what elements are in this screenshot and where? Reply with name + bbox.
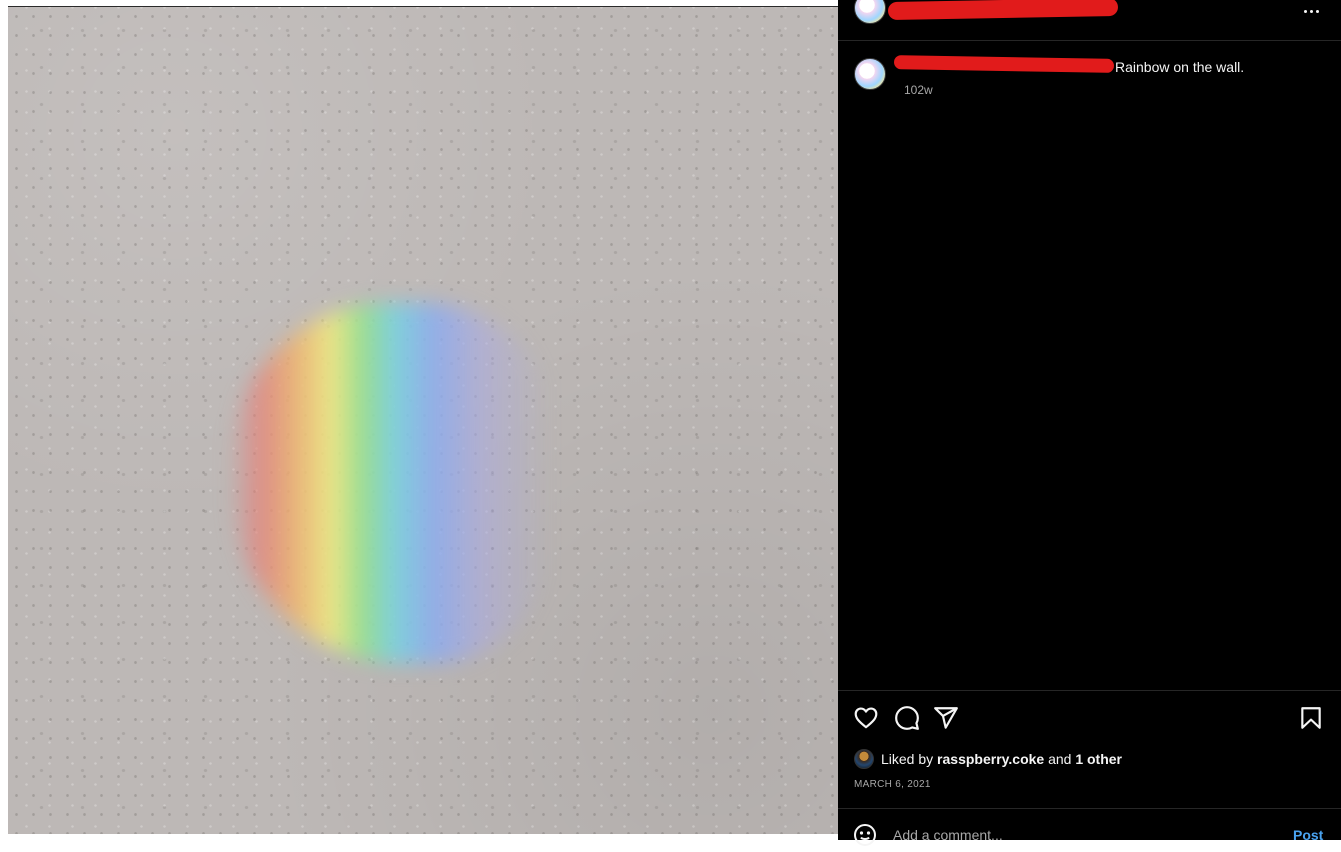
comment-icon[interactable] bbox=[894, 705, 920, 731]
share-icon[interactable] bbox=[933, 705, 959, 731]
comment-bar: Post bbox=[838, 808, 1341, 846]
post-comment-button[interactable]: Post bbox=[1293, 827, 1323, 843]
emoji-icon[interactable] bbox=[853, 823, 877, 847]
author-avatar[interactable] bbox=[854, 0, 886, 24]
action-bar bbox=[838, 690, 1341, 743]
rainbow-light bbox=[230, 303, 560, 663]
post-header bbox=[838, 0, 1341, 41]
post-date[interactable]: MARCH 6, 2021 bbox=[854, 779, 931, 790]
post-photo[interactable] bbox=[8, 7, 838, 834]
caption-text: Rainbow on the wall. bbox=[1115, 59, 1245, 75]
post-side-panel: Rainbow on the wall. 102w Liked by rassp… bbox=[838, 0, 1341, 846]
caption-author-avatar[interactable] bbox=[854, 58, 886, 90]
comment-input[interactable] bbox=[893, 825, 1253, 845]
redacted-username bbox=[887, 0, 1119, 21]
liker-avatar[interactable] bbox=[854, 749, 874, 769]
liker-username[interactable]: rasspberry.coke bbox=[937, 751, 1044, 767]
likes-and: and bbox=[1048, 751, 1072, 767]
caption-age[interactable]: 102w bbox=[904, 83, 933, 97]
caption-comment: Rainbow on the wall. 102w bbox=[838, 50, 1341, 110]
bookmark-icon[interactable] bbox=[1298, 705, 1324, 731]
likes-others[interactable]: 1 other bbox=[1075, 751, 1122, 767]
likes-summary[interactable]: Liked by rasspberry.coke and 1 other bbox=[854, 748, 1122, 770]
redacted-caption-username bbox=[893, 55, 1115, 73]
heart-icon[interactable] bbox=[853, 705, 879, 731]
likes-prefix: Liked by bbox=[881, 751, 934, 767]
more-options-icon[interactable] bbox=[1299, 2, 1323, 20]
